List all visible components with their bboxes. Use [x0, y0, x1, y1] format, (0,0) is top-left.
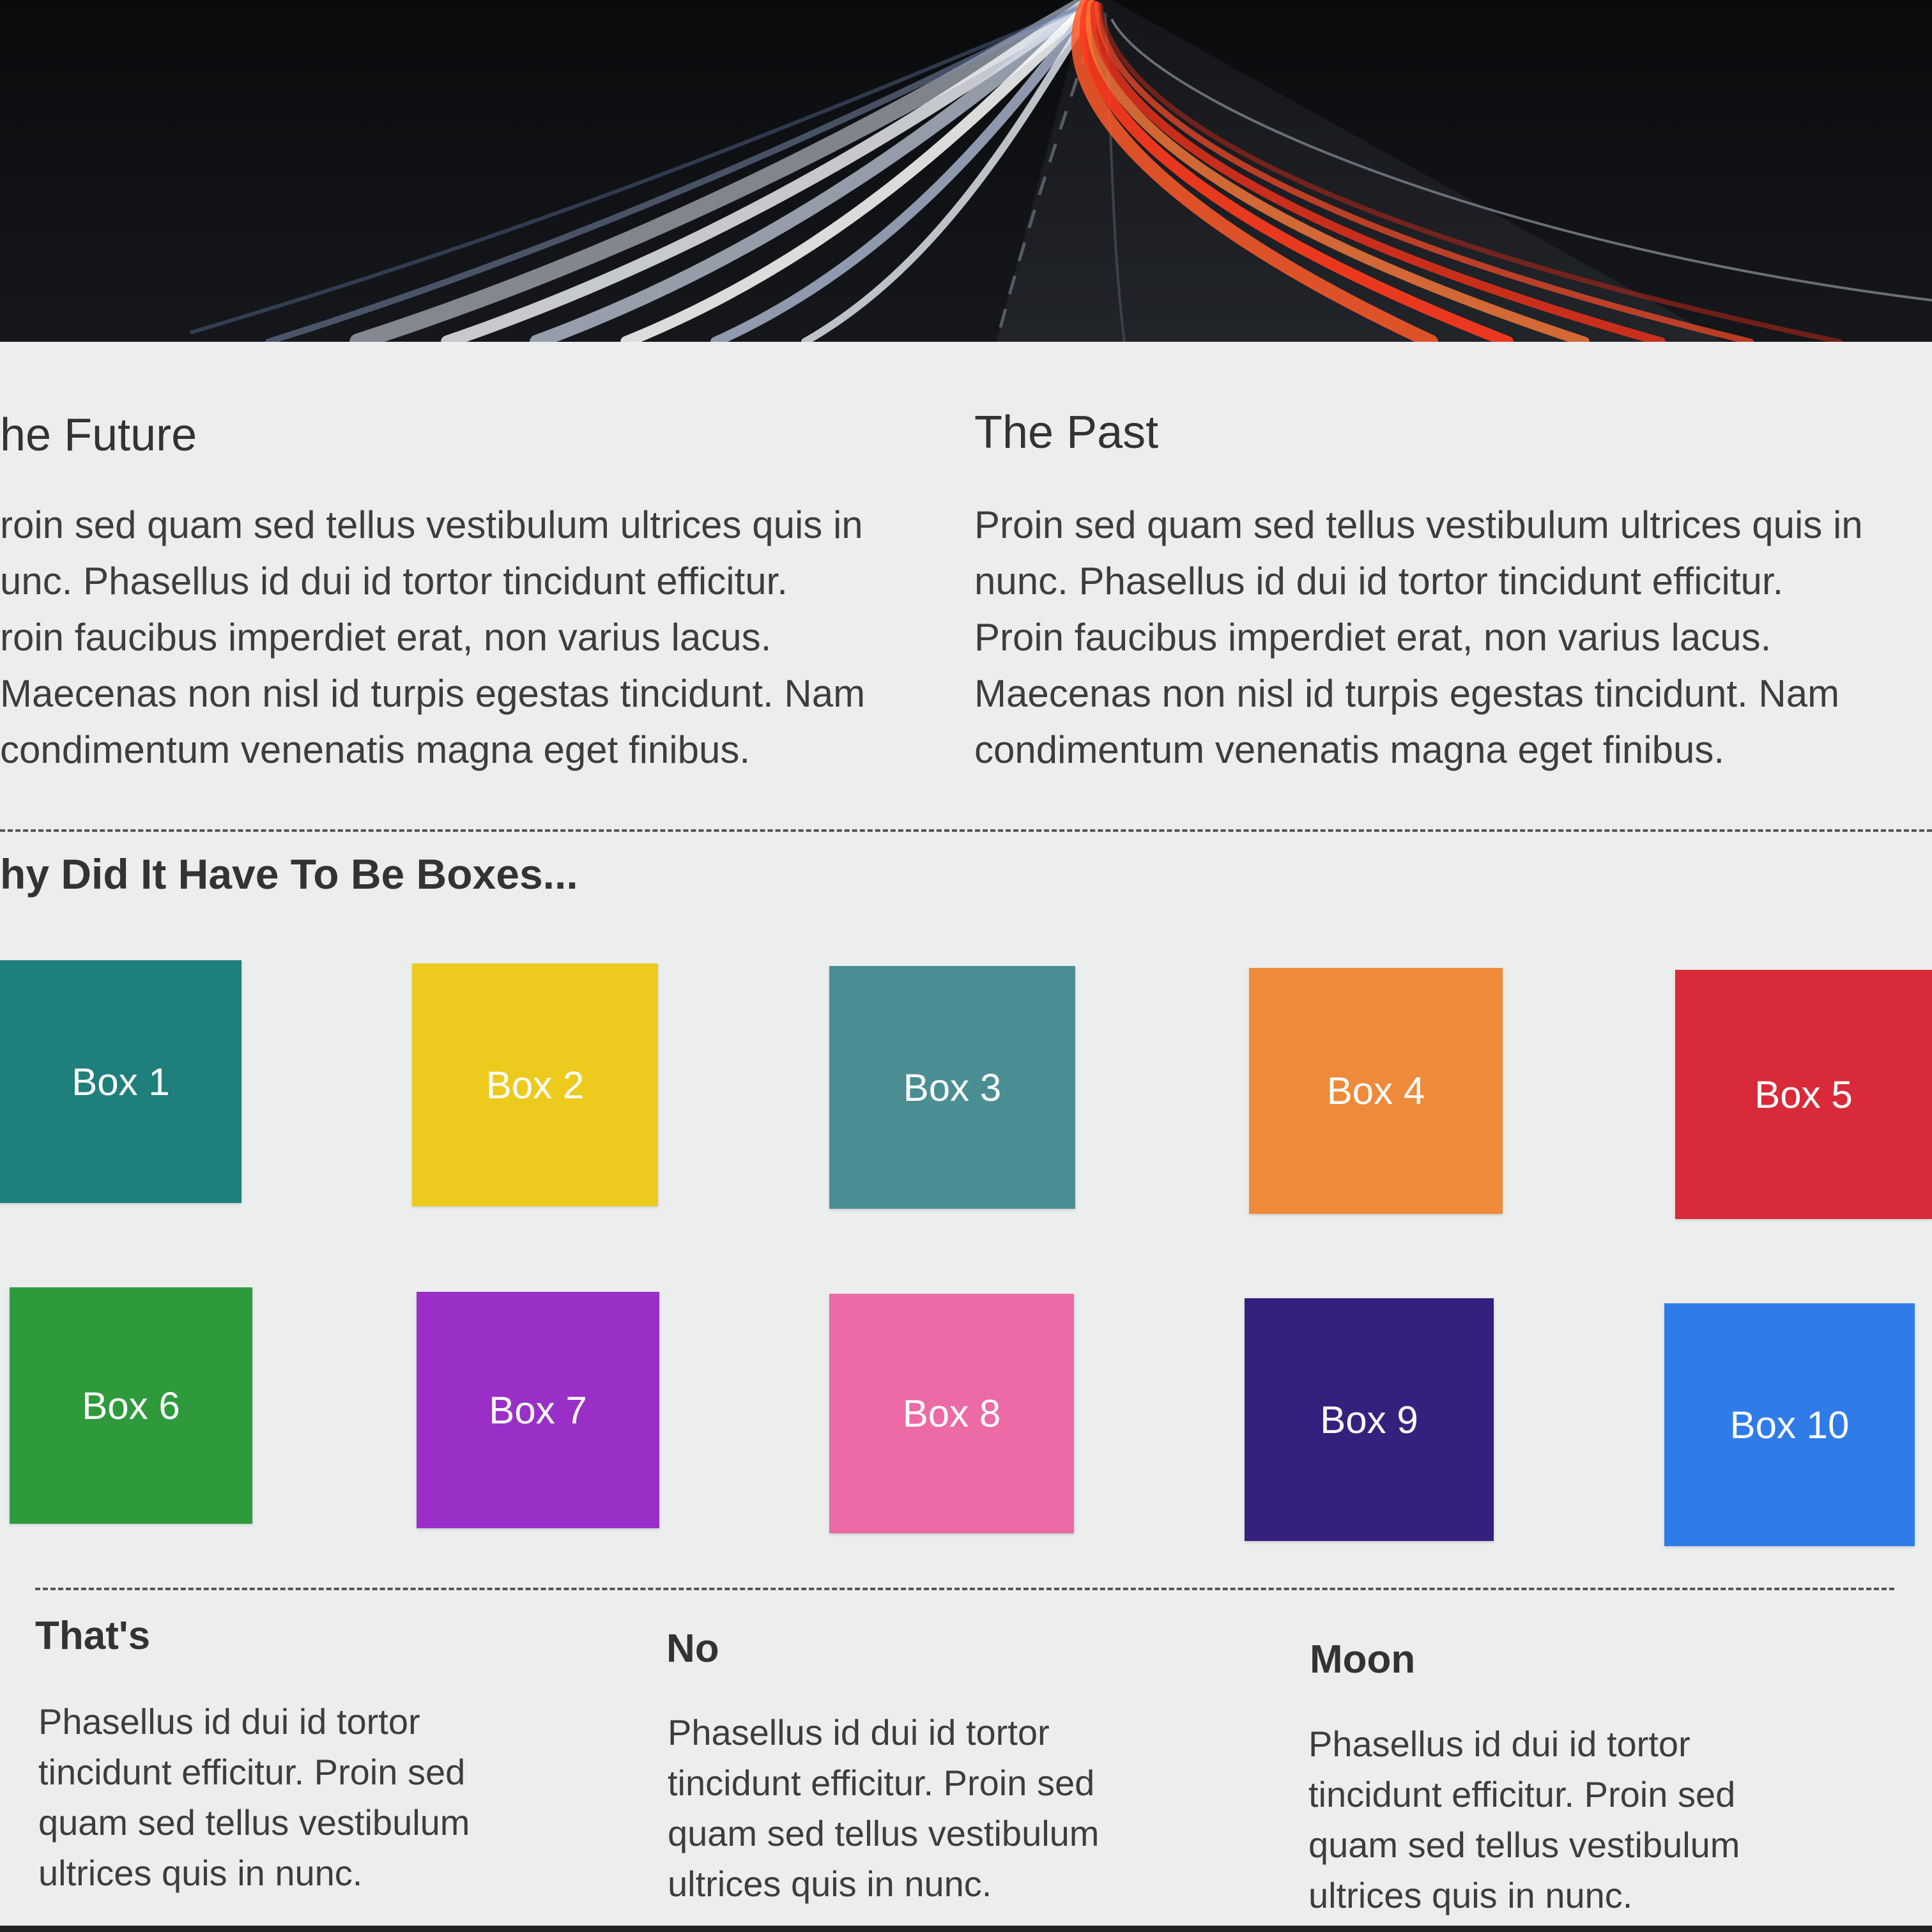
hero-image	[0, 0, 1932, 342]
highway-light-trails-image	[0, 0, 1932, 342]
box-label: Box 2	[486, 1063, 585, 1107]
footer-title-moon: Moon	[1310, 1637, 1416, 1682]
column-title-future: he Future	[0, 410, 197, 461]
bottom-bar	[0, 1926, 1932, 1932]
column-text-past: Proin sed quam sed tellus vestibulum ult…	[974, 497, 1932, 778]
section-divider	[35, 1588, 1894, 1590]
text-line: quam sed tellus vestibulum	[38, 1802, 470, 1843]
text-line: tincidunt efficitur. Proin sed	[668, 1763, 1095, 1803]
box-9[interactable]: Box 9	[1245, 1298, 1494, 1541]
box-label: Box 10	[1729, 1403, 1850, 1446]
text-line: nunc. Phasellus id dui id tortor tincidu…	[974, 560, 1784, 602]
column-title-past: The Past	[974, 407, 1159, 458]
box-label: Box 5	[1754, 1073, 1853, 1116]
text-line: unc. Phasellus id dui id tortor tincidun…	[0, 560, 788, 602]
box-label: Box 1	[72, 1060, 170, 1103]
text-line: condimentum venenatis magna eget finibus…	[974, 728, 1725, 771]
footer-title-thats: That's	[35, 1614, 151, 1658]
box-1[interactable]: Box 1	[0, 960, 241, 1203]
text-line: quam sed tellus vestibulum	[1308, 1825, 1740, 1865]
text-line: ultrices quis in nunc.	[1308, 1875, 1633, 1915]
text-line: tincidunt efficitur. Proin sed	[1308, 1774, 1736, 1814]
footer-text-no: Phasellus id dui id tortor tincidunt eff…	[668, 1707, 1166, 1909]
box-7[interactable]: Box 7	[417, 1292, 659, 1528]
box-2[interactable]: Box 2	[412, 963, 658, 1206]
text-line: ultrices quis in nunc.	[668, 1864, 992, 1904]
text-line: Maecenas non nisl id turpis egestas tinc…	[0, 672, 866, 715]
text-line: quam sed tellus vestibulum	[668, 1813, 1100, 1853]
box-label: Box 6	[82, 1384, 180, 1427]
text-line: roin faucibus imperdiet erat, non varius…	[0, 616, 772, 659]
page: he Future roin sed quam sed tellus vesti…	[0, 0, 1932, 1932]
footer-title-no: No	[666, 1627, 719, 1671]
text-line: Proin faucibus imperdiet erat, non variu…	[974, 616, 1772, 659]
text-line: roin sed quam sed tellus vestibulum ultr…	[0, 503, 863, 546]
section-divider	[0, 829, 1932, 832]
text-line: Phasellus id dui id tortor	[668, 1712, 1050, 1752]
box-10[interactable]: Box 10	[1664, 1303, 1915, 1546]
text-line: Proin sed quam sed tellus vestibulum ult…	[974, 503, 1863, 546]
boxes-section-title: hy Did It Have To Be Boxes...	[0, 850, 578, 898]
text-line: condimentum venenatis magna eget finibus…	[0, 728, 751, 771]
box-label: Box 9	[1320, 1398, 1418, 1441]
box-label: Box 3	[903, 1066, 1002, 1109]
box-label: Box 8	[902, 1392, 1001, 1435]
text-line: Maecenas non nisl id turpis egestas tinc…	[974, 672, 1840, 715]
box-label: Box 4	[1326, 1070, 1425, 1112]
text-line: ultrices quis in nunc.	[38, 1853, 363, 1893]
box-label: Box 7	[489, 1388, 587, 1432]
text-line: tincidunt efficitur. Proin sed	[38, 1752, 466, 1792]
box-8[interactable]: Box 8	[829, 1294, 1074, 1533]
box-4[interactable]: Box 4	[1249, 968, 1503, 1214]
box-3[interactable]: Box 3	[829, 966, 1075, 1209]
text-line: Phasellus id dui id tortor	[1308, 1724, 1690, 1764]
text-line: Phasellus id dui id tortor	[38, 1701, 420, 1742]
footer-text-thats: Phasellus id dui id tortor tincidunt eff…	[38, 1696, 537, 1898]
box-6[interactable]: Box 6	[10, 1287, 252, 1524]
column-text-future: roin sed quam sed tellus vestibulum ultr…	[0, 497, 920, 778]
box-5[interactable]: Box 5	[1675, 970, 1932, 1219]
footer-text-moon: Phasellus id dui id tortor tincidunt eff…	[1308, 1719, 1807, 1920]
